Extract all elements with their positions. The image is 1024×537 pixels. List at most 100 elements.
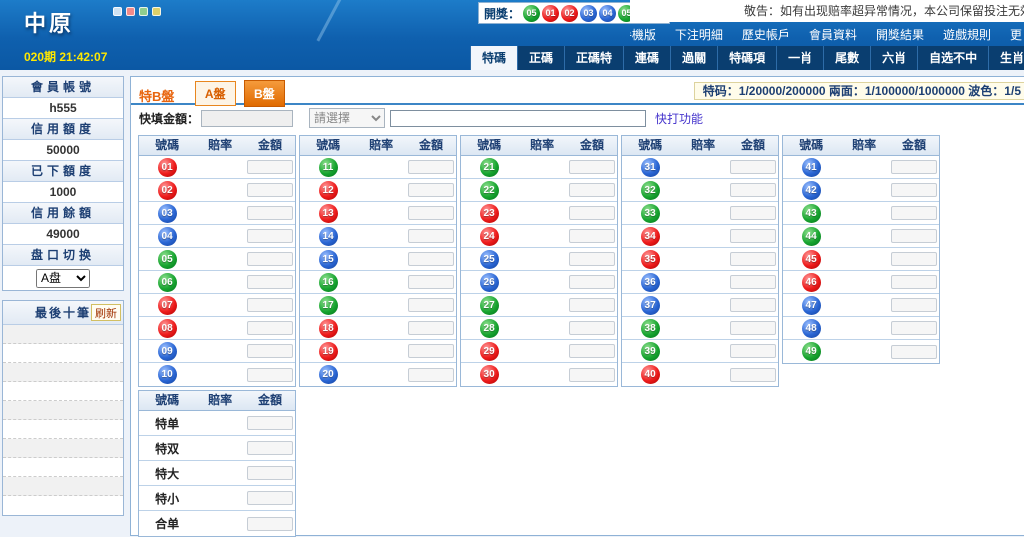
game-tab-11[interactable]: 生肖連 [988,46,1024,70]
amount-input-49[interactable] [891,345,937,359]
theme-swatch-yellow-icon[interactable] [152,7,161,16]
amount-input-45[interactable] [891,252,937,266]
game-tab-1[interactable]: 特碼 [470,46,517,70]
amount-input-44[interactable] [891,229,937,243]
amount-input-22[interactable] [569,183,615,197]
amount-input-47[interactable] [891,298,937,312]
special-amount-input-1[interactable] [247,416,293,430]
special-amount-input-4[interactable] [247,491,293,505]
amount-input-04[interactable] [247,229,293,243]
amount-input-40[interactable] [730,368,776,382]
quick-fill-row: 快填金額： 請選擇 快打功能 [131,105,1024,131]
game-tab-5[interactable]: 過關 [670,46,717,70]
amount-input-23[interactable] [569,206,615,220]
amount-input-16[interactable] [408,275,454,289]
amount-input-11[interactable] [408,160,454,174]
number-cell: 41 [783,158,839,177]
amount-input-32[interactable] [730,183,776,197]
game-tab-6[interactable]: 特碼項 [717,46,776,70]
amount-input-41[interactable] [891,160,937,174]
amount-input-38[interactable] [730,321,776,335]
amount-input-14[interactable] [408,229,454,243]
nav-link-7[interactable]: 更 [1010,26,1022,43]
amount-input-35[interactable] [730,252,776,266]
amount-input-28[interactable] [569,321,615,335]
game-tab-3[interactable]: 正碼特 [564,46,623,70]
board-b-button[interactable]: B盤 [244,80,285,107]
amount-input-12[interactable] [408,183,454,197]
nav-link-6[interactable]: 遊戲規則 [943,26,991,43]
amount-input-29[interactable] [569,344,615,358]
amount-input-48[interactable] [891,321,937,335]
amount-input-33[interactable] [730,206,776,220]
game-tab-7[interactable]: 一肖 [776,46,823,70]
nav-link-2[interactable]: 下注明細 [675,26,723,43]
amount-input-24[interactable] [569,229,615,243]
amount-input-34[interactable] [730,229,776,243]
amount-input-07[interactable] [247,298,293,312]
quick-fill-select[interactable]: 請選擇 [309,108,385,128]
theme-swatch-blue-icon[interactable] [113,7,122,16]
special-amount-input-3[interactable] [247,466,293,480]
theme-swatch-red-icon[interactable] [126,7,135,16]
amount-cell [406,183,456,197]
amount-input-26[interactable] [569,275,615,289]
number-ball-22: 22 [480,181,499,200]
amount-input-30[interactable] [569,368,615,382]
amount-input-18[interactable] [408,321,454,335]
number-cell: 02 [139,181,195,200]
amount-input-39[interactable] [730,344,776,358]
nav-link-1[interactable]: 切换手機版 [630,26,656,43]
amount-input-36[interactable] [730,275,776,289]
nav-link-3[interactable]: 歷史帳戶 [742,26,790,43]
refresh-button[interactable]: 刷新 [91,304,121,321]
amount-input-02[interactable] [247,183,293,197]
number-row-13: 13 [300,202,456,225]
amount-input-46[interactable] [891,275,937,289]
nav-link-4[interactable]: 會員資料 [809,26,857,43]
game-tab-4[interactable]: 連碼 [623,46,670,70]
game-tab-9[interactable]: 六肖 [870,46,917,70]
amount-input-19[interactable] [408,344,454,358]
amount-input-15[interactable] [408,252,454,266]
amount-input-17[interactable] [408,298,454,312]
amount-input-42[interactable] [891,183,937,197]
quick-type-input[interactable] [390,110,646,127]
game-tab-2[interactable]: 正碼 [517,46,564,70]
amount-input-10[interactable] [247,368,293,382]
amount-input-20[interactable] [408,368,454,382]
number-row-14: 14 [300,225,456,248]
amount-input-13[interactable] [408,206,454,220]
number-ball-27: 27 [480,296,499,315]
number-row-40: 40 [622,363,778,386]
amount-input-43[interactable] [891,206,937,220]
amount-input-08[interactable] [247,321,293,335]
amount-input-05[interactable] [247,252,293,266]
number-row-01: 01 [139,156,295,179]
special-row-2: 特双 [139,436,295,461]
board-a-button[interactable]: A盤 [195,81,236,106]
number-cell: 05 [139,250,195,269]
amount-input-31[interactable] [730,160,776,174]
number-cell: 48 [783,319,839,338]
special-amount-input-2[interactable] [247,441,293,455]
game-tab-8[interactable]: 尾數 [823,46,870,70]
game-tab-10[interactable]: 自选不中 [917,46,988,70]
amount-input-01[interactable] [247,160,293,174]
amount-input-03[interactable] [247,206,293,220]
amount-input-21[interactable] [569,160,615,174]
quick-bet-link[interactable]: 快打功能 [655,110,703,127]
number-ball-21: 21 [480,158,499,177]
col-header-2: 賠率 [356,136,406,155]
panel-select[interactable]: A盘 [36,269,90,288]
number-row-46: 46 [783,271,939,294]
amount-input-09[interactable] [247,344,293,358]
theme-swatch-green-icon[interactable] [139,7,148,16]
nav-link-5[interactable]: 開獎結果 [876,26,924,43]
quick-fill-amount-input[interactable] [201,110,293,127]
amount-input-06[interactable] [247,275,293,289]
amount-input-27[interactable] [569,298,615,312]
amount-input-25[interactable] [569,252,615,266]
amount-input-37[interactable] [730,298,776,312]
number-ball-26: 26 [480,273,499,292]
